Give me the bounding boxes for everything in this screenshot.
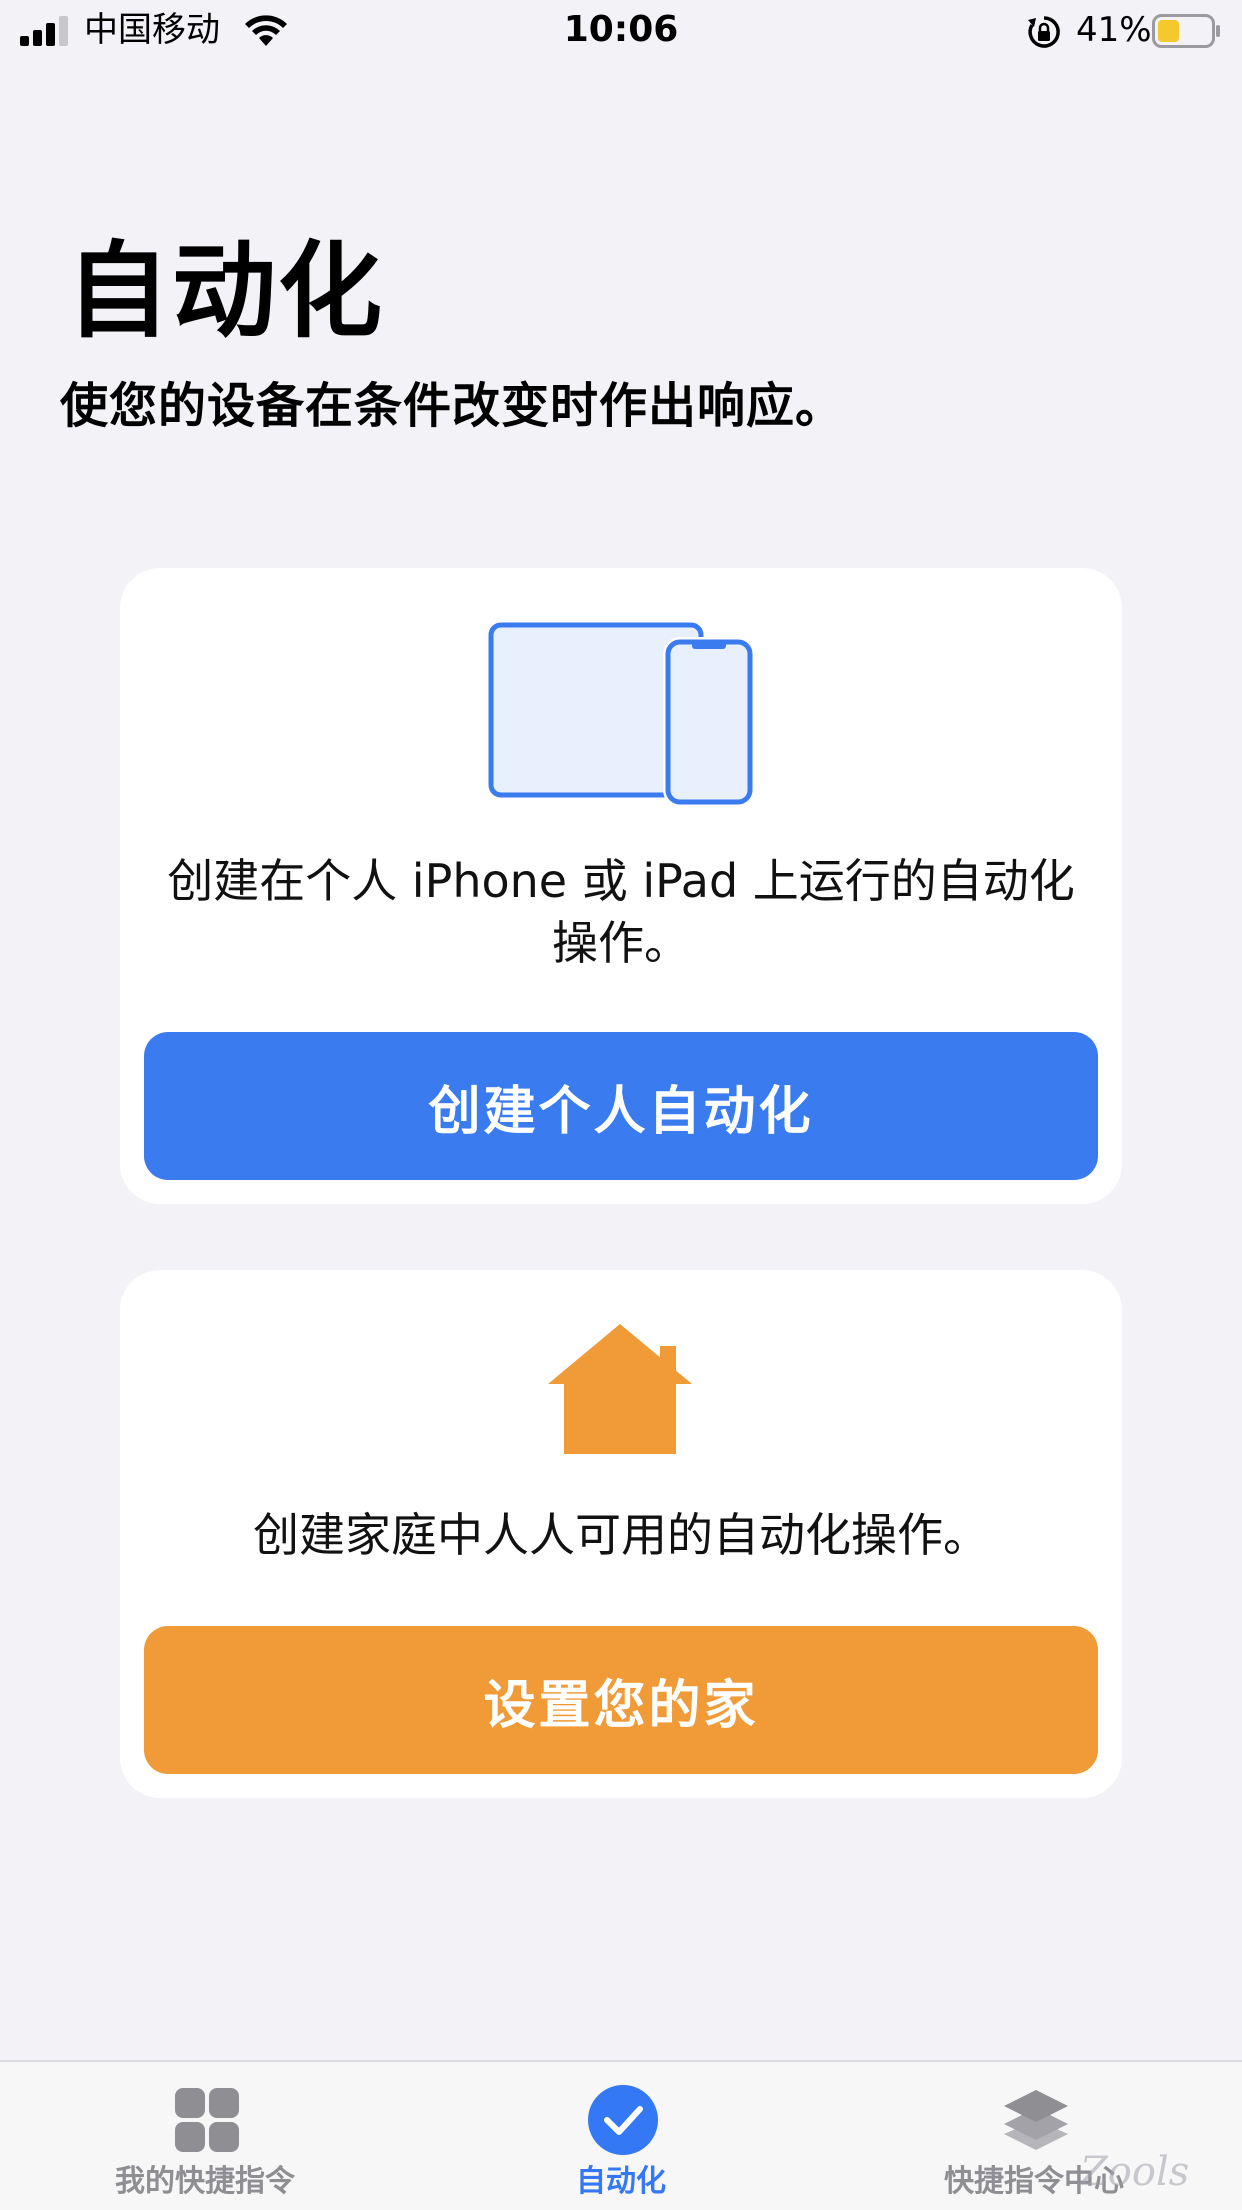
page-title: 自动化 (66, 230, 385, 352)
grid-icon (175, 2088, 239, 2152)
home-automation-description: 创建家庭中人人可用的自动化操作。 (253, 1508, 989, 1562)
rotation-lock-icon (1028, 16, 1060, 48)
tab-bar: 我的快捷指令 自动化 快捷指令中心 (0, 2060, 1242, 2210)
set-up-home-button[interactable]: 设置您的家 (144, 1626, 1098, 1774)
tab-my-shortcuts[interactable]: 我的快捷指令 (55, 2062, 355, 2210)
tab-label: 自动化 (576, 2164, 666, 2199)
personal-automation-description: 创建在个人 iPhone 或 iPad 上运行的自动化操作。 (167, 854, 1075, 970)
tab-label: 我的快捷指令 (115, 2164, 295, 2199)
battery-percent: 41% (1076, 10, 1152, 50)
checkmark-circle-icon (588, 2085, 658, 2155)
create-personal-automation-button[interactable]: 创建个人自动化 (144, 1032, 1098, 1180)
house-icon (548, 1324, 692, 1454)
status-bar: 中国移动 10:06 41% (0, 0, 1242, 64)
page-subtitle: 使您的设备在条件改变时作出响应。 (60, 378, 845, 434)
home-automation-card: 创建家庭中人人可用的自动化操作。 设置您的家 (120, 1270, 1122, 1798)
battery-icon (1152, 14, 1220, 48)
watermark: Zools (1080, 2149, 1190, 2195)
tab-automation[interactable]: 自动化 (471, 2062, 771, 2210)
layers-icon (1004, 2090, 1068, 2150)
devices-icon (488, 622, 755, 806)
personal-automation-card: 创建在个人 iPhone 或 iPad 上运行的自动化操作。 创建个人自动化 (120, 568, 1122, 1204)
